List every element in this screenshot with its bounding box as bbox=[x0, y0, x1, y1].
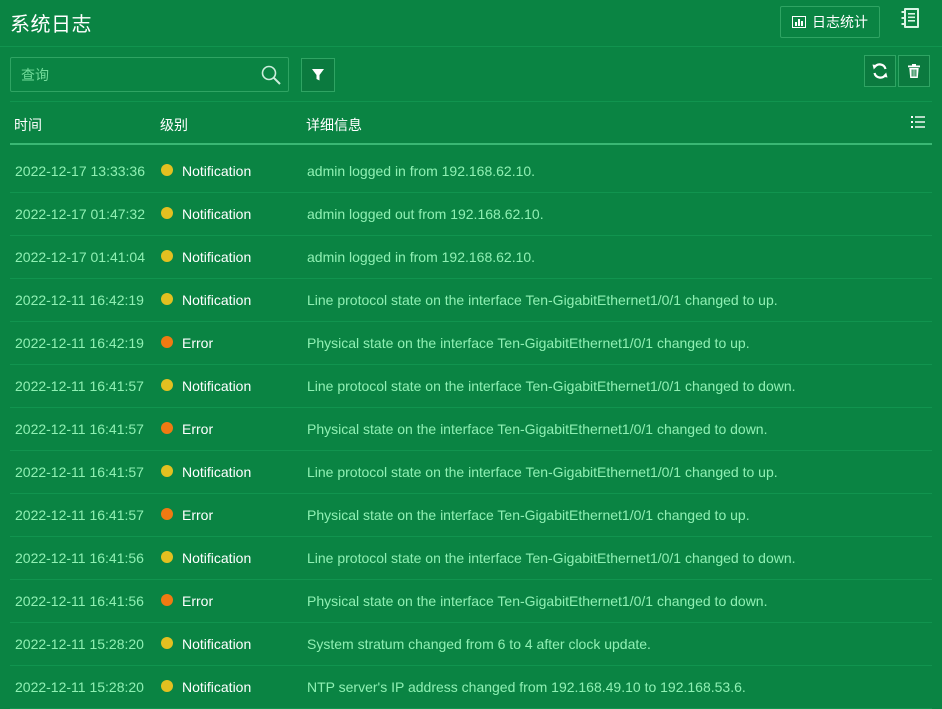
search-icon[interactable] bbox=[260, 64, 282, 86]
column-settings-icon[interactable] bbox=[910, 114, 926, 130]
cell-detail: Line protocol state on the interface Ten… bbox=[307, 378, 796, 394]
bar-chart-icon bbox=[792, 16, 806, 28]
cell-time: 2022-12-11 16:41:56 bbox=[15, 593, 144, 609]
header-divider bbox=[0, 46, 942, 47]
cell-time: 2022-12-17 13:33:36 bbox=[15, 163, 145, 179]
column-header-detail[interactable]: 详细信息 bbox=[306, 115, 362, 135]
cell-time: 2022-12-11 16:41:57 bbox=[15, 507, 144, 523]
refresh-icon bbox=[872, 63, 888, 79]
cell-detail: Line protocol state on the interface Ten… bbox=[307, 464, 778, 480]
column-header-time[interactable]: 时间 bbox=[14, 115, 42, 135]
cell-detail: Physical state on the interface Ten-Giga… bbox=[307, 335, 750, 351]
cell-detail: admin logged out from 192.168.62.10. bbox=[307, 206, 544, 222]
cell-time: 2022-12-11 15:28:20 bbox=[15, 636, 144, 652]
table-row[interactable]: 2022-12-11 16:41:56 Error Physical state o… bbox=[10, 580, 932, 623]
delete-button[interactable] bbox=[898, 55, 930, 87]
log-table-body: 2022-12-17 13:33:36 Notification admin log… bbox=[10, 150, 932, 709]
cell-level: Notification bbox=[182, 249, 252, 265]
column-header-level[interactable]: 级别 bbox=[160, 115, 188, 135]
table-row[interactable]: 2022-12-11 15:28:20 Notification System st… bbox=[10, 623, 932, 666]
level-status-icon bbox=[161, 680, 173, 692]
cell-time: 2022-12-11 16:41:57 bbox=[15, 421, 144, 437]
cell-level: Notification bbox=[182, 206, 252, 222]
table-row[interactable]: 2022-12-11 16:41:57 Error Physical state o… bbox=[10, 494, 932, 537]
cell-level: Notification bbox=[182, 550, 252, 566]
cell-time: 2022-12-11 16:41:57 bbox=[15, 464, 144, 480]
level-status-icon bbox=[161, 594, 173, 606]
filter-button[interactable] bbox=[301, 58, 335, 92]
cell-level: Error bbox=[182, 507, 214, 523]
search-box[interactable] bbox=[10, 57, 289, 92]
cell-level: Notification bbox=[182, 679, 252, 695]
page-title: 系统日志 bbox=[10, 14, 92, 36]
level-status-icon bbox=[161, 164, 173, 176]
table-row[interactable]: 2022-12-11 16:41:57 Error Physical state o… bbox=[10, 408, 932, 451]
cell-level: Error bbox=[182, 593, 214, 609]
log-stats-button[interactable]: 日志统计 bbox=[780, 6, 880, 38]
table-row[interactable]: 2022-12-11 16:41:56 Notification Line prot… bbox=[10, 537, 932, 580]
search-input[interactable] bbox=[11, 58, 251, 91]
table-row[interactable]: 2022-12-11 16:41:57 Notification Line prot… bbox=[10, 365, 932, 408]
table-row[interactable]: 2022-12-17 13:33:36 Notification admin log… bbox=[10, 150, 932, 193]
notebook-icon[interactable] bbox=[900, 7, 922, 31]
refresh-button[interactable] bbox=[864, 55, 896, 87]
table-row[interactable]: 2022-12-11 16:42:19 Error Physical state o… bbox=[10, 322, 932, 365]
cell-level: Error bbox=[182, 335, 214, 351]
cell-detail: admin logged in from 192.168.62.10. bbox=[307, 163, 536, 179]
cell-detail: Line protocol state on the interface Ten… bbox=[307, 292, 778, 308]
cell-level: Notification bbox=[182, 378, 252, 394]
cell-detail: NTP server's IP address changed from 192… bbox=[307, 679, 746, 695]
cell-time: 2022-12-11 16:41:57 bbox=[15, 378, 144, 394]
cell-detail: System stratum changed from 6 to 4 after… bbox=[307, 636, 651, 652]
table-row[interactable]: 2022-12-11 16:42:19 Notification Line prot… bbox=[10, 279, 932, 322]
level-status-icon bbox=[161, 422, 173, 434]
cell-time: 2022-12-17 01:47:32 bbox=[15, 206, 145, 222]
cell-level: Notification bbox=[182, 292, 252, 308]
level-status-icon bbox=[161, 379, 173, 391]
level-status-icon bbox=[161, 508, 173, 520]
cell-time: 2022-12-11 16:42:19 bbox=[15, 335, 144, 351]
table-row[interactable]: 2022-12-17 01:41:04 Notification admin log… bbox=[10, 236, 932, 279]
level-status-icon bbox=[161, 465, 173, 477]
table-row[interactable]: 2022-12-11 15:28:20 Notification NTP serve… bbox=[10, 666, 932, 709]
table-header-divider bbox=[10, 143, 932, 145]
cell-detail: Physical state on the interface Ten-Giga… bbox=[307, 421, 768, 437]
cell-detail: Line protocol state on the interface Ten… bbox=[307, 550, 796, 566]
table-row[interactable]: 2022-12-11 16:41:57 Notification Line prot… bbox=[10, 451, 932, 494]
cell-level: Notification bbox=[182, 636, 252, 652]
cell-level: Notification bbox=[182, 163, 252, 179]
cell-detail: Physical state on the interface Ten-Giga… bbox=[307, 593, 768, 609]
level-status-icon bbox=[161, 293, 173, 305]
log-stats-button-label: 日志统计 bbox=[812, 14, 868, 30]
cell-time: 2022-12-11 15:28:20 bbox=[15, 679, 144, 695]
level-status-icon bbox=[161, 551, 173, 563]
cell-detail: admin logged in from 192.168.62.10. bbox=[307, 249, 536, 265]
cell-level: Error bbox=[182, 421, 214, 437]
table-header: 时间 级别 详细信息 bbox=[10, 102, 932, 144]
level-status-icon bbox=[161, 637, 173, 649]
level-status-icon bbox=[161, 250, 173, 262]
level-status-icon bbox=[161, 336, 173, 348]
cell-detail: Physical state on the interface Ten-Giga… bbox=[307, 507, 750, 523]
cell-time: 2022-12-11 16:42:19 bbox=[15, 292, 144, 308]
cell-time: 2022-12-11 16:41:56 bbox=[15, 550, 144, 566]
trash-icon bbox=[908, 64, 920, 78]
level-status-icon bbox=[161, 207, 173, 219]
filter-icon bbox=[312, 69, 324, 81]
table-row[interactable]: 2022-12-17 01:47:32 Notification admin log… bbox=[10, 193, 932, 236]
cell-time: 2022-12-17 01:41:04 bbox=[15, 249, 145, 265]
cell-level: Notification bbox=[182, 464, 252, 480]
